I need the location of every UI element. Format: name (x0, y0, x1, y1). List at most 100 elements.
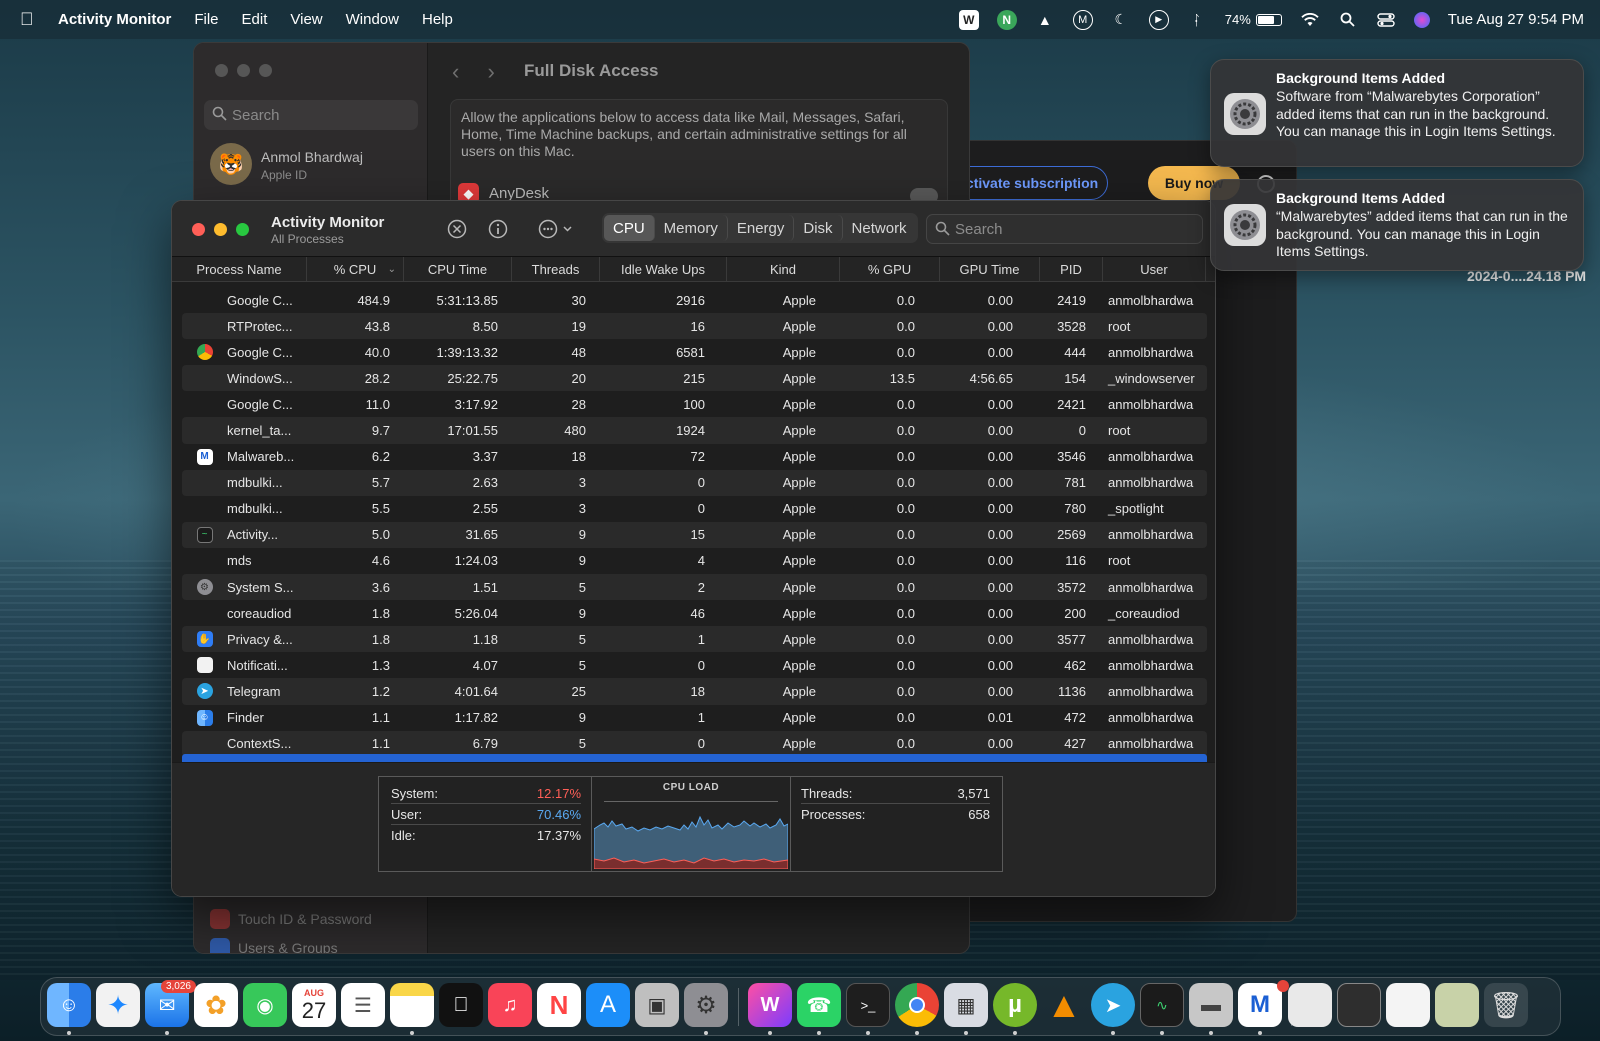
close-button[interactable] (192, 223, 205, 236)
table-row[interactable]: mds 4.6 1:24.03 9 4 Apple 0.0 0.00 116 root (182, 548, 1207, 574)
n-app-icon[interactable]: N (996, 9, 1017, 30)
more-actions-button[interactable] (536, 217, 576, 241)
inspect-process-button[interactable] (486, 217, 510, 241)
terminal-icon[interactable]: >_ (846, 983, 890, 1027)
whatsapp-icon[interactable]: ☎ (797, 983, 841, 1027)
table-row[interactable]: ⚙ System S... 3.6 1.51 5 2 Apple 0.0 0.00 3572 anm… (182, 574, 1207, 601)
tab-disk[interactable]: Disk (794, 215, 843, 241)
installer-icon[interactable]: ▬ (1189, 983, 1233, 1027)
safari-icon[interactable]: ✦ (96, 983, 140, 1027)
bluetooth-icon[interactable]: ᛛ (1187, 10, 1207, 30)
table-row[interactable]: ✋ Privacy &... 1.8 1.18 5 1 Apple 0.0 0.00 3577 an… (182, 626, 1207, 653)
table-row[interactable]: ☺ Finder 1.1 1:17.82 9 1 Apple 0.0 0.01 472 anmolb… (182, 705, 1207, 731)
notification-background-items-1[interactable]: Background Items Added Software from “Ma… (1210, 59, 1584, 167)
sidebar-item-users-groups[interactable]: Users & Groups (210, 938, 338, 953)
zoom-button[interactable] (259, 64, 272, 77)
control-center-icon[interactable] (1376, 10, 1396, 30)
sidebar-item-touch-id[interactable]: Touch ID & Password (210, 909, 372, 929)
vlc-icon[interactable]: ▲ (1035, 10, 1055, 30)
table-row[interactable]: Google C... 40.0 1:39:13.32 48 6581 Apple 0.0 0… (182, 339, 1207, 365)
col-gpu-percent[interactable]: % GPU (840, 257, 940, 281)
col-process-name[interactable]: Process Name (172, 257, 307, 281)
notes-icon[interactable] (390, 983, 434, 1027)
stop-process-button[interactable] (445, 217, 469, 241)
table-row[interactable]: ContextS... 1.1 6.79 5 0 Apple 0.0 0.00 427 anmol… (182, 730, 1207, 757)
menu-clock[interactable]: Tue Aug 27 9:54 PM (1448, 11, 1584, 28)
tab-cpu[interactable]: CPU (604, 215, 655, 241)
menu-help[interactable]: Help (422, 11, 453, 28)
settings-search-field[interactable]: Search (204, 100, 418, 130)
photos-icon[interactable]: ✿ (194, 983, 238, 1027)
spotlight-icon[interactable] (1338, 10, 1358, 30)
col-gpu-time[interactable]: GPU Time (940, 257, 1040, 281)
word-icon[interactable]: W (958, 9, 979, 30)
table-row[interactable]: mdbulki... 5.5 2.55 3 0 Apple 0.0 0.00 780 _spotl… (182, 496, 1207, 522)
app-store-icon[interactable]: A (586, 983, 630, 1027)
back-chevron-icon[interactable]: ‹ (452, 59, 459, 84)
tab-network[interactable]: Network (843, 215, 916, 241)
menu-file[interactable]: File (194, 11, 218, 28)
malwarebytes-icon[interactable]: M (1238, 980, 1289, 1027)
table-row[interactable]: mdbulki... 5.7 2.63 3 0 Apple 0.0 0.00 781 anmolb… (182, 469, 1207, 496)
mail-icon[interactable]: ✉ 3,026 (145, 980, 196, 1027)
recent-window-thumbnail-1[interactable] (1337, 983, 1381, 1027)
apple-menu-icon[interactable]:  (20, 9, 42, 30)
preview-icon[interactable]: ▦ (944, 983, 988, 1027)
table-row[interactable]: Notificati... 1.3 4.07 5 0 Apple 0.0 0.00 462 anm… (182, 652, 1207, 678)
table-row[interactable]: ~ Activity... 5.0 31.65 9 15 Apple 0.0 0.00 2569 a… (182, 521, 1207, 548)
activate-subscription-button[interactable]: Activate subscription (946, 166, 1108, 200)
facetime-icon[interactable]: ◉ (243, 983, 287, 1027)
play-icon[interactable]: ▶ (1148, 9, 1169, 30)
downloads-stack-icon[interactable] (1288, 983, 1332, 1027)
table-row[interactable]: WindowS... 28.2 25:22.75 20 215 Apple 13.5 4:56… (182, 365, 1207, 392)
menu-edit[interactable]: Edit (242, 11, 268, 28)
w-app-icon[interactable]: W (748, 983, 792, 1027)
minimize-button[interactable] (214, 223, 227, 236)
calendar-icon[interactable]: AUG 27 (292, 983, 336, 1027)
avatar[interactable]: 🐯 (210, 143, 252, 185)
system-settings-icon[interactable]: ⚙ (684, 983, 728, 1027)
col-cpu-time[interactable]: CPU Time (404, 257, 512, 281)
recent-window-thumbnail-3[interactable] (1435, 983, 1479, 1027)
col-kind[interactable]: Kind (727, 257, 840, 281)
recent-window-thumbnail-2[interactable] (1386, 983, 1430, 1027)
menu-view[interactable]: View (290, 11, 322, 28)
minimize-button[interactable] (237, 64, 250, 77)
table-row[interactable]: M Malwareb... 6.2 3.37 18 72 Apple 0.0 0.00 3546 a… (182, 444, 1207, 470)
forward-chevron-icon[interactable]: › (487, 59, 494, 84)
vlc-icon[interactable]: ▲ (1042, 983, 1086, 1027)
col-pid[interactable]: PID (1040, 257, 1103, 281)
col-idle-wake-ups[interactable]: Idle Wake Ups (600, 257, 727, 281)
chrome-icon[interactable] (895, 983, 939, 1027)
zoom-button[interactable] (236, 223, 249, 236)
music-icon[interactable]: ♫ (488, 983, 532, 1027)
col-cpu-percent[interactable]: % CPU ⌄ (307, 257, 404, 281)
wifi-icon[interactable] (1300, 10, 1320, 30)
malwarebytes-status-icon[interactable]: M (1072, 9, 1093, 30)
col-user[interactable]: User (1103, 257, 1206, 281)
trash-icon[interactable]: 🗑 (1484, 983, 1528, 1027)
close-button[interactable] (215, 64, 228, 77)
battery-indicator[interactable]: 74% (1225, 12, 1282, 27)
table-row[interactable]: kernel_ta... 9.7 17:01.55 480 1924 Apple 0.0 0.… (182, 417, 1207, 444)
apple-tv-icon[interactable]:  (439, 983, 483, 1027)
tab-energy[interactable]: Energy (728, 215, 795, 241)
table-row[interactable]: RTProtec... 43.8 8.50 19 16 Apple 0.0 0.00 3528 r… (182, 313, 1207, 340)
table-row[interactable]: Google C... 484.9 5:31:13.85 30 2916 Apple 0.0… (182, 287, 1207, 313)
process-search-field[interactable]: Search (926, 214, 1203, 244)
col-threads[interactable]: Threads (512, 257, 600, 281)
tab-memory[interactable]: Memory (655, 215, 728, 241)
table-row[interactable]: ➤ Telegram 1.2 4:01.64 25 18 Apple 0.0 0.00 1136 a… (182, 678, 1207, 705)
table-row[interactable]: coreaudiod 1.8 5:26.04 9 46 Apple 0.0 0.00 200 _c… (182, 600, 1207, 626)
notification-background-items-2[interactable]: Background Items Added “Malwarebytes” ad… (1210, 179, 1584, 271)
menu-app-name[interactable]: Activity Monitor (58, 11, 171, 28)
table-row[interactable]: Google C... 11.0 3:17.92 28 100 Apple 0.0 0.00 2… (182, 391, 1207, 417)
activity-monitor-icon[interactable]: ∿ (1140, 983, 1184, 1027)
menu-window[interactable]: Window (346, 11, 399, 28)
telegram-icon[interactable]: ➤ (1091, 983, 1135, 1027)
finder-icon[interactable]: ☺ (47, 983, 91, 1027)
utorrent-icon[interactable]: µ (993, 983, 1037, 1027)
siri-icon[interactable] (1413, 11, 1430, 28)
news-icon[interactable]: N (537, 983, 581, 1027)
user-name[interactable]: Anmol Bhardwaj (261, 149, 363, 165)
